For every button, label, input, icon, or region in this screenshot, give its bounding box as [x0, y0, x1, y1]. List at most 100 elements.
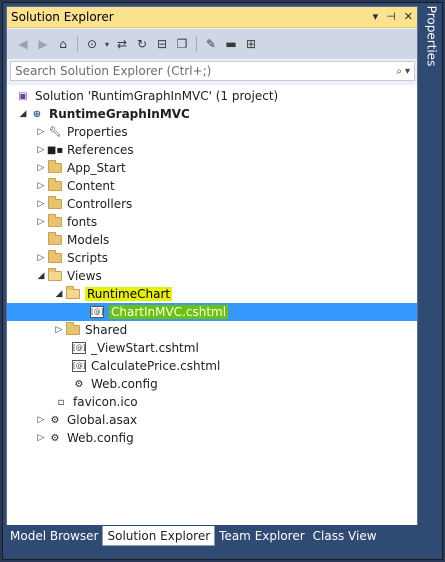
- tree-item-label: favicon.ico: [73, 395, 138, 409]
- home-icon[interactable]: ⌂: [53, 34, 73, 54]
- solution-explorer-panel: Solution Explorer ▾ ⊣ ✕ ◀ ▶ ⌂ ⊙ ▾ ⇄ ↻ ⊟ …: [6, 6, 418, 525]
- solution-icon: ▣: [18, 90, 28, 102]
- folder-icon: [65, 322, 81, 337]
- refresh-icon[interactable]: ↻: [132, 34, 152, 54]
- icon-file-icon: ▫: [57, 396, 65, 408]
- close-icon[interactable]: ✕: [404, 10, 413, 23]
- tree-item-references[interactable]: ▷ ■▪ References: [7, 141, 417, 159]
- toolbar-separator: [77, 36, 78, 52]
- tree-item-calculateprice-cshtml[interactable]: [@] CalculatePrice.cshtml: [7, 357, 417, 375]
- toolbar-separator: [196, 36, 197, 52]
- preview-selected-items-icon[interactable]: ▬: [221, 34, 241, 54]
- collapsed-arrow-icon[interactable]: ▷: [35, 414, 47, 426]
- collapsed-arrow-icon[interactable]: ▷: [53, 324, 65, 336]
- tree-item-label: Models: [67, 233, 110, 247]
- tree-item-label: Scripts: [67, 251, 109, 265]
- collapsed-arrow-icon[interactable]: ▷: [35, 252, 47, 264]
- folder-icon: [47, 178, 63, 193]
- tree-item-label: fonts: [67, 215, 98, 229]
- window-position-dropdown-icon[interactable]: ▾: [373, 10, 379, 23]
- folder-icon: [47, 196, 63, 211]
- tree-item-favicon[interactable]: ▫ favicon.ico: [7, 393, 417, 411]
- asax-file-icon: ⚙: [50, 414, 60, 426]
- tree-item-views-web-config[interactable]: ⚙ Web.config: [7, 375, 417, 393]
- open-folder-icon: [65, 286, 81, 301]
- search-input[interactable]: Search Solution Explorer (Ctrl+;): [15, 64, 386, 78]
- tree-item-label: Views: [67, 269, 102, 283]
- tree-item-label: Solution 'RuntimGraphInMVC' (1 project): [35, 89, 279, 103]
- tree-item-scripts[interactable]: ▷ Scripts: [7, 249, 417, 267]
- collapsed-arrow-icon[interactable]: ▷: [35, 432, 47, 444]
- expanded-arrow-icon[interactable]: ◢: [17, 108, 29, 120]
- tree-item-chartinmvc-cshtml[interactable]: [@] ChartInMVC.cshtml: [7, 303, 417, 321]
- collapsed-arrow-icon[interactable]: ▷: [35, 216, 47, 228]
- references-icon: ■▪: [46, 144, 64, 156]
- tree-item-viewstart-cshtml[interactable]: [@] _ViewStart.cshtml: [7, 339, 417, 357]
- tree-item-views[interactable]: ◢ Views: [7, 267, 417, 285]
- collapsed-arrow-icon[interactable]: ▷: [35, 180, 47, 192]
- solution-tree: ▣ Solution 'RuntimGraphInMVC' (1 project…: [7, 85, 417, 525]
- title-bar-controls: ▾ ⊣ ✕: [373, 10, 413, 23]
- properties-wrench-icon[interactable]: ✎: [201, 34, 221, 54]
- folder-icon: [47, 160, 63, 175]
- show-all-files-icon[interactable]: ❐: [172, 34, 192, 54]
- tab-model-browser[interactable]: Model Browser: [6, 526, 102, 546]
- pending-changes-filter-icon[interactable]: ⊙: [82, 34, 102, 54]
- tree-item-controllers[interactable]: ▷ Controllers: [7, 195, 417, 213]
- search-options-dropdown-icon[interactable]: ▾: [405, 66, 410, 77]
- tree-item-label: Content: [67, 179, 115, 193]
- cshtml-file-icon: [@]: [72, 342, 86, 354]
- search-icon[interactable]: ⌕: [396, 66, 402, 77]
- tree-item-fonts[interactable]: ▷ fonts: [7, 213, 417, 231]
- tree-item-runtimechart[interactable]: ◢ RuntimeChart: [7, 285, 417, 303]
- pin-icon[interactable]: ⊣: [386, 10, 396, 23]
- collapsed-arrow-icon[interactable]: ▷: [35, 144, 47, 156]
- collapsed-arrow-icon[interactable]: ▷: [35, 162, 47, 174]
- tree-item-label: _ViewStart.cshtml: [91, 341, 199, 355]
- forward-icon[interactable]: ▶: [33, 34, 53, 54]
- cshtml-file-icon: [@]: [72, 360, 86, 372]
- bottom-tab-bar: Model Browser Solution Explorer Team Exp…: [6, 526, 418, 546]
- expanded-arrow-icon[interactable]: ◢: [35, 270, 47, 282]
- tree-item-label: App_Start: [67, 161, 126, 175]
- collapse-all-icon[interactable]: ⊟: [152, 34, 172, 54]
- cshtml-file-icon: [@]: [90, 306, 104, 318]
- tree-item-properties[interactable]: ▷ 🔧︎ Properties: [7, 123, 417, 141]
- tree-item-label: References: [67, 143, 134, 157]
- wrench-icon: 🔧︎: [48, 126, 62, 138]
- tab-class-view[interactable]: Class View: [309, 526, 381, 546]
- config-file-icon: ⚙: [74, 378, 84, 390]
- tree-item-solution[interactable]: ▣ Solution 'RuntimGraphInMVC' (1 project…: [7, 87, 417, 105]
- tab-solution-explorer[interactable]: Solution Explorer: [102, 526, 216, 546]
- tab-team-explorer[interactable]: Team Explorer: [215, 526, 309, 546]
- tree-item-label: Web.config: [67, 431, 134, 445]
- tree-item-project[interactable]: ◢ ⊕ RuntimeGraphInMVC: [7, 105, 417, 123]
- expanded-arrow-icon[interactable]: ◢: [53, 288, 65, 300]
- tree-item-content[interactable]: ▷ Content: [7, 177, 417, 195]
- tree-item-global-asax[interactable]: ▷ ⚙ Global.asax: [7, 411, 417, 429]
- search-box[interactable]: Search Solution Explorer (Ctrl+;) ⌕ ▾: [10, 61, 415, 81]
- tree-item-models[interactable]: Models: [7, 231, 417, 249]
- back-icon[interactable]: ◀: [13, 34, 33, 54]
- folder-icon: [47, 214, 63, 229]
- collapsed-arrow-icon[interactable]: ▷: [35, 126, 47, 138]
- tree-item-label: RuntimeChart: [85, 287, 173, 301]
- tree-item-shared[interactable]: ▷ Shared: [7, 321, 417, 339]
- tree-item-label: Web.config: [91, 377, 158, 391]
- tree-item-label: Shared: [85, 323, 128, 337]
- toolbar: ◀ ▶ ⌂ ⊙ ▾ ⇄ ↻ ⊟ ❐ ✎ ▬ ⊞: [7, 29, 417, 59]
- tree-item-app-start[interactable]: ▷ App_Start: [7, 159, 417, 177]
- title-bar: Solution Explorer ▾ ⊣ ✕: [7, 7, 417, 28]
- folder-icon: [47, 250, 63, 265]
- filter-dropdown-icon[interactable]: ▾: [102, 34, 112, 54]
- open-folder-icon: [47, 268, 63, 283]
- tree-item-label: ChartInMVC.cshtml: [109, 305, 229, 319]
- collapsed-arrow-icon[interactable]: ▷: [35, 198, 47, 210]
- sync-with-active-document-icon[interactable]: ⇄: [112, 34, 132, 54]
- web-project-icon: ⊕: [32, 108, 42, 120]
- view-class-diagram-icon[interactable]: ⊞: [241, 34, 261, 54]
- properties-side-tab[interactable]: Properties: [420, 6, 442, 66]
- tree-item-root-web-config[interactable]: ▷ ⚙ Web.config: [7, 429, 417, 447]
- config-file-icon: ⚙: [50, 432, 60, 444]
- folder-icon: [47, 232, 63, 247]
